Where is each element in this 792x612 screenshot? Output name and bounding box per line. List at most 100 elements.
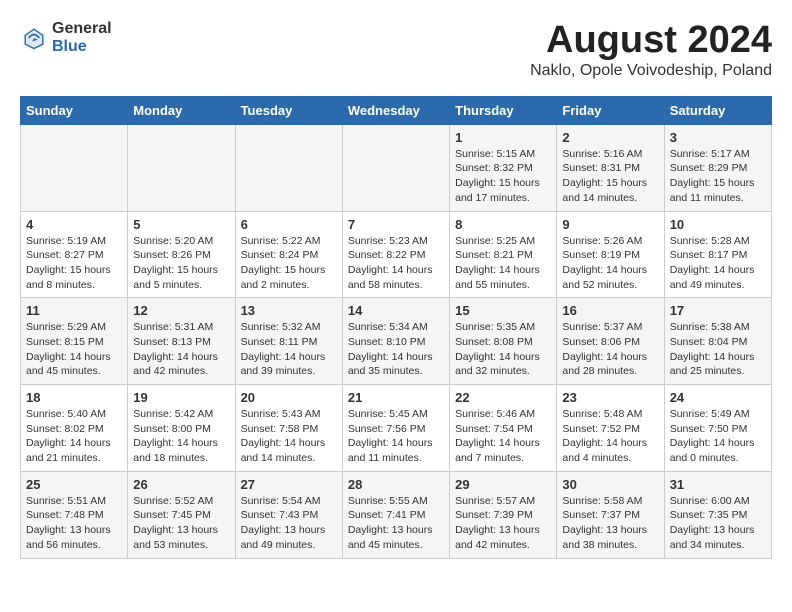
day-number: 22 <box>455 390 551 405</box>
day-number: 8 <box>455 217 551 232</box>
day-number: 18 <box>26 390 122 405</box>
day-info: Sunrise: 5:17 AM Sunset: 8:29 PM Dayligh… <box>670 147 766 206</box>
day-cell: 6Sunrise: 5:22 AM Sunset: 8:24 PM Daylig… <box>235 211 342 298</box>
week-row-3: 11Sunrise: 5:29 AM Sunset: 8:15 PM Dayli… <box>21 298 772 385</box>
weekday-header-wednesday: Wednesday <box>342 96 449 124</box>
day-number: 19 <box>133 390 229 405</box>
day-info: Sunrise: 5:40 AM Sunset: 8:02 PM Dayligh… <box>26 407 122 466</box>
day-number: 7 <box>348 217 444 232</box>
week-row-2: 4 Sunrise: 5:19 AM Sunset: 8:27 PM Daylig… <box>21 211 772 298</box>
day-number: 5 <box>133 217 229 232</box>
day-info: Sunrise: 5:48 AM Sunset: 7:52 PM Dayligh… <box>562 407 658 466</box>
day-cell: 25 Sunrise: 5:51 AM Sunset: 7:48 PM Dayli… <box>21 471 128 558</box>
week-row-5: 25 Sunrise: 5:51 AM Sunset: 7:48 PM Dayli… <box>21 471 772 558</box>
weekday-header-row: SundayMondayTuesdayWednesdayThursdayFrid… <box>21 96 772 124</box>
day-number: 23 <box>562 390 658 405</box>
day-info: Sunrise: 5:29 AM Sunset: 8:15 PM Dayligh… <box>26 320 122 379</box>
day-cell: 7 Sunrise: 5:23 AM Sunset: 8:22 PM Daylig… <box>342 211 449 298</box>
logo-blue-text: Blue <box>52 38 112 56</box>
day-info: Sunrise: 5:45 AM Sunset: 7:56 PM Dayligh… <box>348 407 444 466</box>
day-number: 26 <box>133 477 229 492</box>
day-number: 4 <box>26 217 122 232</box>
day-info: Sunrise: 5:31 AM Sunset: 8:13 PM Dayligh… <box>133 320 229 379</box>
day-cell: 11Sunrise: 5:29 AM Sunset: 8:15 PM Dayli… <box>21 298 128 385</box>
day-number: 25 <box>26 477 122 492</box>
weekday-header-friday: Friday <box>557 96 664 124</box>
day-info: Sunrise: 5:57 AM Sunset: 7:39 PM Dayligh… <box>455 494 551 553</box>
weekday-header-sunday: Sunday <box>21 96 128 124</box>
day-info: Sunrise: 5:55 AM Sunset: 7:41 PM Dayligh… <box>348 494 444 553</box>
day-cell: 18 Sunrise: 5:40 AM Sunset: 8:02 PM Dayli… <box>21 385 128 472</box>
day-cell: 19 Sunrise: 5:42 AM Sunset: 8:00 PM Dayli… <box>128 385 235 472</box>
day-cell: 10 Sunrise: 5:28 AM Sunset: 8:17 PM Dayli… <box>664 211 771 298</box>
day-number: 13 <box>241 303 337 318</box>
day-info: Sunrise: 5:32 AM Sunset: 8:11 PM Dayligh… <box>241 320 337 379</box>
day-cell: 24 Sunrise: 5:49 AM Sunset: 7:50 PM Dayli… <box>664 385 771 472</box>
day-cell: 16 Sunrise: 5:37 AM Sunset: 8:06 PM Dayli… <box>557 298 664 385</box>
day-number: 3 <box>670 130 766 145</box>
day-number: 1 <box>455 130 551 145</box>
day-cell: 28 Sunrise: 5:55 AM Sunset: 7:41 PM Dayli… <box>342 471 449 558</box>
day-info: Sunrise: 5:20 AM Sunset: 8:26 PM Dayligh… <box>133 234 229 293</box>
day-cell: 15 Sunrise: 5:35 AM Sunset: 8:08 PM Dayli… <box>450 298 557 385</box>
weekday-header-thursday: Thursday <box>450 96 557 124</box>
day-cell <box>128 124 235 211</box>
day-info: Sunrise: 5:22 AM Sunset: 8:24 PM Dayligh… <box>241 234 337 293</box>
month-title: August 2024 <box>530 20 772 62</box>
calendar-table: SundayMondayTuesdayWednesdayThursdayFrid… <box>20 96 772 559</box>
day-cell: 4 Sunrise: 5:19 AM Sunset: 8:27 PM Daylig… <box>21 211 128 298</box>
day-cell: 9Sunrise: 5:26 AM Sunset: 8:19 PM Daylig… <box>557 211 664 298</box>
day-number: 24 <box>670 390 766 405</box>
day-cell <box>235 124 342 211</box>
day-number: 29 <box>455 477 551 492</box>
day-cell: 5 Sunrise: 5:20 AM Sunset: 8:26 PM Daylig… <box>128 211 235 298</box>
day-info: Sunrise: 5:52 AM Sunset: 7:45 PM Dayligh… <box>133 494 229 553</box>
day-info: Sunrise: 5:16 AM Sunset: 8:31 PM Dayligh… <box>562 147 658 206</box>
day-info: Sunrise: 5:28 AM Sunset: 8:17 PM Dayligh… <box>670 234 766 293</box>
day-number: 28 <box>348 477 444 492</box>
day-info: Sunrise: 5:58 AM Sunset: 7:37 PM Dayligh… <box>562 494 658 553</box>
day-number: 27 <box>241 477 337 492</box>
logo-icon <box>20 24 48 52</box>
day-info: Sunrise: 5:43 AM Sunset: 7:58 PM Dayligh… <box>241 407 337 466</box>
day-cell: 3 Sunrise: 5:17 AM Sunset: 8:29 PM Daylig… <box>664 124 771 211</box>
day-number: 16 <box>562 303 658 318</box>
day-number: 21 <box>348 390 444 405</box>
day-number: 15 <box>455 303 551 318</box>
logo-text: General Blue <box>52 20 112 55</box>
day-number: 14 <box>348 303 444 318</box>
day-info: Sunrise: 5:19 AM Sunset: 8:27 PM Dayligh… <box>26 234 122 293</box>
day-info: Sunrise: 5:37 AM Sunset: 8:06 PM Dayligh… <box>562 320 658 379</box>
day-info: Sunrise: 5:42 AM Sunset: 8:00 PM Dayligh… <box>133 407 229 466</box>
day-info: Sunrise: 5:23 AM Sunset: 8:22 PM Dayligh… <box>348 234 444 293</box>
day-cell: 31 Sunrise: 6:00 AM Sunset: 7:35 PM Dayli… <box>664 471 771 558</box>
day-cell: 20Sunrise: 5:43 AM Sunset: 7:58 PM Dayli… <box>235 385 342 472</box>
day-cell: 2 Sunrise: 5:16 AM Sunset: 8:31 PM Daylig… <box>557 124 664 211</box>
day-cell <box>21 124 128 211</box>
day-info: Sunrise: 5:34 AM Sunset: 8:10 PM Dayligh… <box>348 320 444 379</box>
day-info: Sunrise: 5:49 AM Sunset: 7:50 PM Dayligh… <box>670 407 766 466</box>
day-number: 31 <box>670 477 766 492</box>
week-row-4: 18 Sunrise: 5:40 AM Sunset: 8:02 PM Dayli… <box>21 385 772 472</box>
weekday-header-saturday: Saturday <box>664 96 771 124</box>
title-block: August 2024 Naklo, Opole Voivodeship, Po… <box>530 20 772 80</box>
day-info: Sunrise: 5:35 AM Sunset: 8:08 PM Dayligh… <box>455 320 551 379</box>
week-row-1: 1Sunrise: 5:15 AM Sunset: 8:32 PM Daylig… <box>21 124 772 211</box>
day-cell: 30 Sunrise: 5:58 AM Sunset: 7:37 PM Dayli… <box>557 471 664 558</box>
day-cell: 12Sunrise: 5:31 AM Sunset: 8:13 PM Dayli… <box>128 298 235 385</box>
day-cell: 17Sunrise: 5:38 AM Sunset: 8:04 PM Dayli… <box>664 298 771 385</box>
day-info: Sunrise: 6:00 AM Sunset: 7:35 PM Dayligh… <box>670 494 766 553</box>
day-info: Sunrise: 5:51 AM Sunset: 7:48 PM Dayligh… <box>26 494 122 553</box>
day-info: Sunrise: 5:26 AM Sunset: 8:19 PM Dayligh… <box>562 234 658 293</box>
day-number: 2 <box>562 130 658 145</box>
day-cell: 14 Sunrise: 5:34 AM Sunset: 8:10 PM Dayli… <box>342 298 449 385</box>
day-info: Sunrise: 5:38 AM Sunset: 8:04 PM Dayligh… <box>670 320 766 379</box>
day-cell <box>342 124 449 211</box>
day-cell: 21 Sunrise: 5:45 AM Sunset: 7:56 PM Dayli… <box>342 385 449 472</box>
day-cell: 26 Sunrise: 5:52 AM Sunset: 7:45 PM Dayli… <box>128 471 235 558</box>
day-number: 10 <box>670 217 766 232</box>
day-cell: 29 Sunrise: 5:57 AM Sunset: 7:39 PM Dayli… <box>450 471 557 558</box>
day-cell: 22 Sunrise: 5:46 AM Sunset: 7:54 PM Dayli… <box>450 385 557 472</box>
day-info: Sunrise: 5:46 AM Sunset: 7:54 PM Dayligh… <box>455 407 551 466</box>
day-number: 30 <box>562 477 658 492</box>
